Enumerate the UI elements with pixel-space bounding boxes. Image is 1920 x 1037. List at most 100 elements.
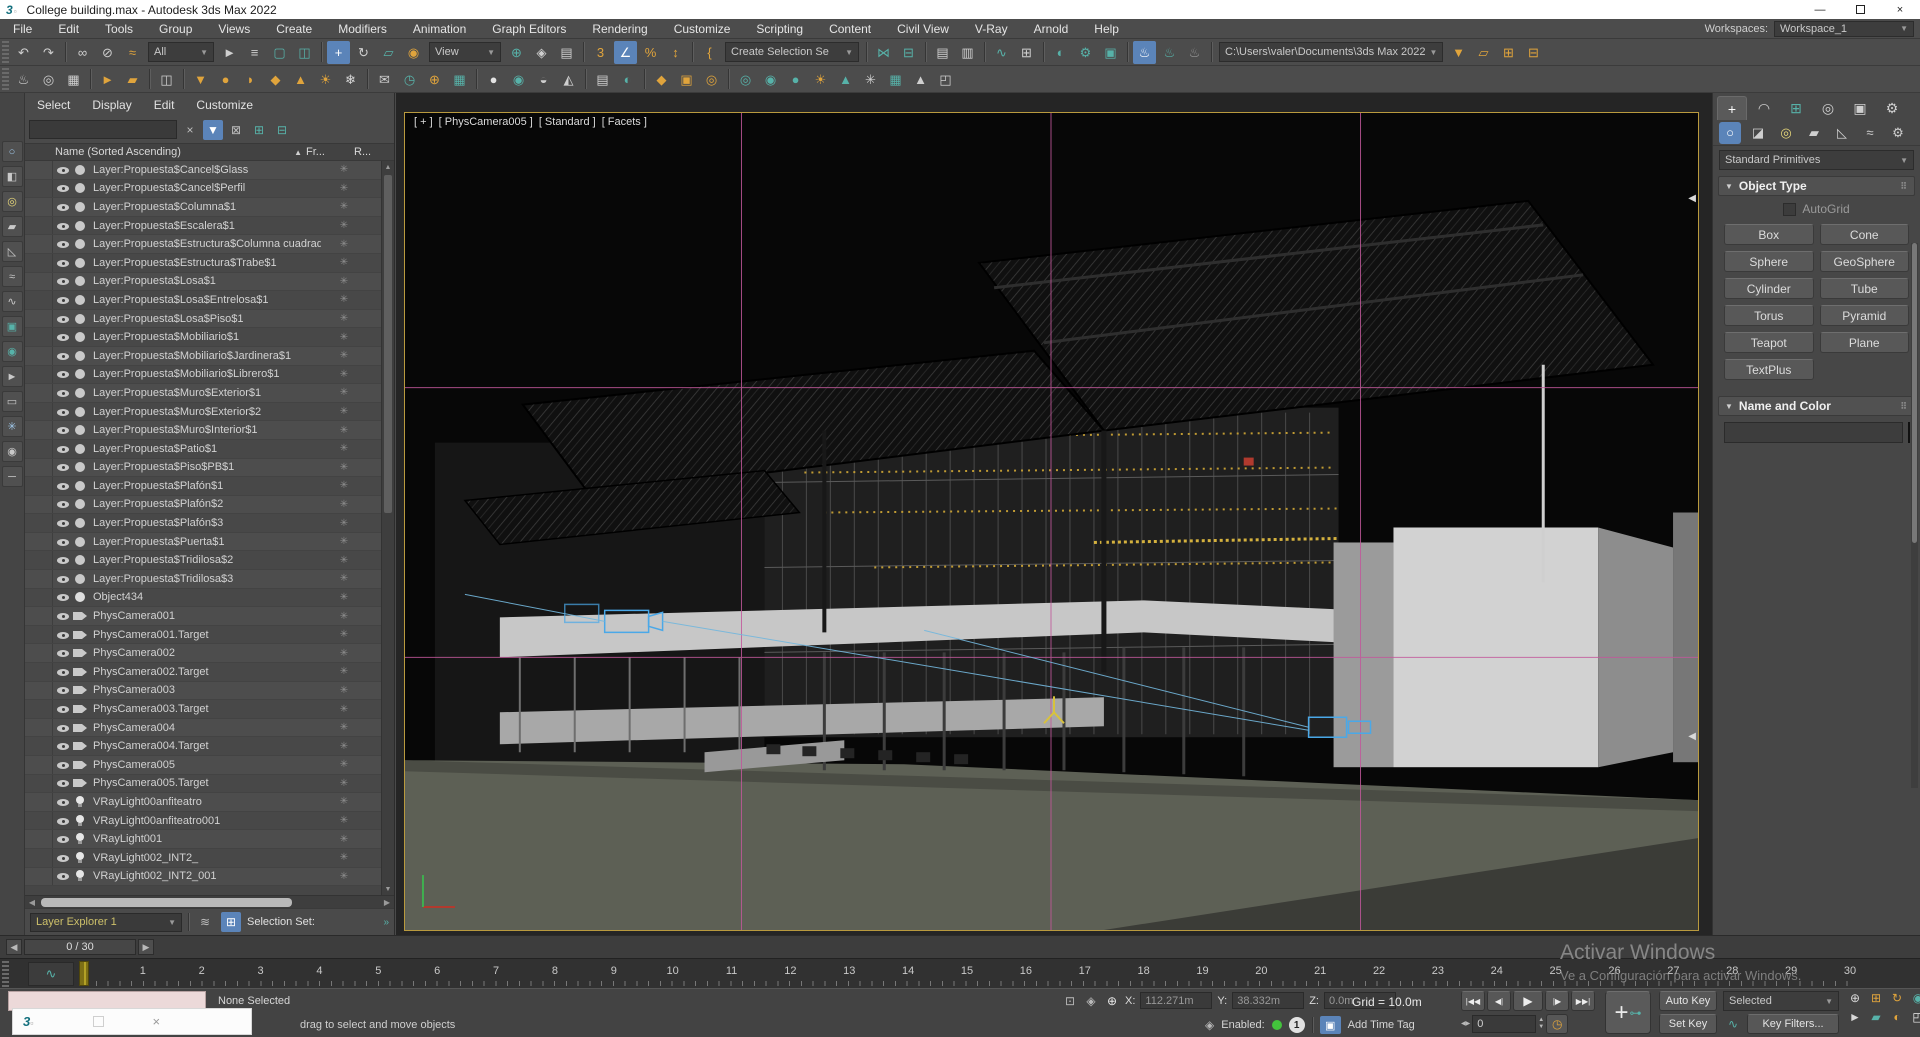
container-filter-icon[interactable]: ▣ <box>1 316 23 337</box>
previous-frame-arrow[interactable]: ◀ <box>6 939 22 955</box>
render-setup-icon[interactable]: ⚙ <box>1074 41 1097 64</box>
search-input[interactable] <box>29 120 177 139</box>
list-item[interactable]: PhysCamera002 ✳ <box>25 644 381 664</box>
percent-snap-icon[interactable]: % <box>639 41 662 64</box>
column-name[interactable]: Name (Sorted Ascending) ▲ <box>25 146 306 158</box>
collapse-filter-icon[interactable]: ─ <box>1 466 23 487</box>
scrollbar-thumb[interactable] <box>384 175 392 513</box>
keyboard-override-icon[interactable]: ▤ <box>555 41 578 64</box>
frozen-icon[interactable]: ✳ <box>321 425 367 436</box>
viewport-shading-label[interactable]: [ Facets ] <box>602 116 647 128</box>
frozen-icon[interactable]: ✳ <box>321 387 367 398</box>
maximize-button[interactable] <box>1840 0 1880 19</box>
eye-icon[interactable] <box>56 739 71 753</box>
eye-icon[interactable] <box>56 609 71 623</box>
horizontal-scrollbar[interactable]: ◀ ▶ <box>25 895 394 908</box>
eye-icon[interactable] <box>56 293 71 307</box>
timeline-frame-label[interactable]: 24 <box>1491 965 1503 977</box>
select-link-icon[interactable]: ∞ <box>71 41 94 64</box>
project-tree-icon[interactable]: ⊟ <box>1522 41 1545 64</box>
list-item[interactable]: VRayLight002_INT2_001 ✳ <box>25 867 381 887</box>
menu-edit[interactable]: Edit <box>45 19 92 39</box>
eye-icon[interactable] <box>56 553 71 567</box>
goggles-b-icon[interactable]: ◉ <box>759 68 782 91</box>
list-item[interactable]: Layer:Propuesta$Mobiliario$1 ✳ <box>25 328 381 347</box>
building-icon[interactable]: ▦ <box>884 68 907 91</box>
render-production-icon[interactable]: ♨ <box>1133 40 1156 64</box>
frozen-icon[interactable]: ✳ <box>321 313 367 324</box>
scroll-down-icon[interactable]: ▼ <box>382 883 394 895</box>
eye-icon[interactable] <box>56 163 71 177</box>
select-object-icon[interactable]: ► <box>218 41 241 64</box>
rendered-frame-icon[interactable]: ▣ <box>1099 41 1122 64</box>
menu-animation[interactable]: Animation <box>400 19 479 39</box>
frozen-icon[interactable]: ✳ <box>321 332 367 343</box>
orbit-icon[interactable]: ◐ <box>1889 1009 1905 1025</box>
fov-icon[interactable]: ► <box>1847 1009 1863 1025</box>
list-item[interactable]: PhysCamera005 ✳ <box>25 756 381 775</box>
x-coordinate-field[interactable] <box>1140 992 1213 1009</box>
frozen-icon[interactable]: ✳ <box>321 871 367 882</box>
filter-funnel-icon[interactable]: ▼ <box>203 119 223 140</box>
envelope-icon[interactable]: ✉ <box>373 68 396 91</box>
primitive-button-pyramid[interactable]: Pyramid <box>1819 305 1909 326</box>
menu-content[interactable]: Content <box>816 19 884 39</box>
lock-toggle-icon[interactable]: ◈ <box>1083 993 1099 1009</box>
viewport-menu-plus[interactable]: [ + ] <box>414 116 433 128</box>
timeline-frame-label[interactable]: 30 <box>1844 965 1856 977</box>
frozen-icon[interactable]: ✳ <box>321 704 367 715</box>
figure-icon[interactable]: ▲ <box>909 68 932 91</box>
frozen-icon[interactable]: ✳ <box>321 257 367 268</box>
scroll-up-icon[interactable]: ▲ <box>382 161 394 173</box>
primitive-category-dropdown[interactable]: Standard Primitives ▼ <box>1719 150 1914 170</box>
eye-icon[interactable] <box>56 479 71 493</box>
timeline-frame-label[interactable]: 11 <box>726 965 737 977</box>
list-item[interactable]: Layer:Propuesta$Tridilosa$2 ✳ <box>25 551 381 571</box>
world-icon[interactable]: ◐ <box>616 68 639 91</box>
list-item[interactable]: PhysCamera001 ✳ <box>25 607 381 626</box>
zoom-region-icon[interactable]: ◉ <box>1910 990 1920 1006</box>
eye-icon[interactable] <box>56 758 71 772</box>
list-item[interactable]: Layer:Propuesta$Tridilosa$3 ✳ <box>25 570 381 589</box>
eye-icon[interactable] <box>56 256 71 270</box>
y-coordinate-field[interactable] <box>1232 992 1305 1009</box>
list-item[interactable]: Layer:Propuesta$Muro$Interior$1 ✳ <box>25 421 381 440</box>
eye-icon[interactable] <box>56 442 71 456</box>
toolbar-grip[interactable] <box>2 41 9 63</box>
frozen-icon[interactable]: ✳ <box>321 648 367 659</box>
eye-icon[interactable] <box>56 386 71 400</box>
vray-cone-icon[interactable]: ▲ <box>289 68 312 91</box>
note-icon[interactable]: ▣ <box>675 68 698 91</box>
timeline-frame-label[interactable]: 9 <box>611 965 617 977</box>
timeline-frame-label[interactable]: 21 <box>1314 965 1326 977</box>
egg-icon[interactable]: ● <box>784 68 807 91</box>
project-node-icon[interactable]: ⊞ <box>1497 41 1520 64</box>
menu-file[interactable]: File <box>0 19 45 39</box>
lock-icon[interactable]: ⊠ <box>226 120 246 140</box>
explorer-menu-edit[interactable]: Edit <box>154 98 175 112</box>
tab-create[interactable]: + <box>1717 96 1747 120</box>
eye-icon[interactable] <box>56 516 71 530</box>
frozen-icon[interactable]: ✳ <box>321 294 367 305</box>
frozen-icon[interactable]: ✳ <box>321 611 367 622</box>
clock-tool-icon[interactable]: ◷ <box>398 68 421 91</box>
timeline-frame-label[interactable]: 3 <box>258 965 264 977</box>
category-spacewarps[interactable]: ≈ <box>1859 122 1881 144</box>
timeline-frame-label[interactable]: 2 <box>199 965 205 977</box>
viewport[interactable]: [ + ] [ PhysCamera005 ] [ Standard ] [ F… <box>404 112 1699 931</box>
minimize-button[interactable]: — <box>1800 0 1840 19</box>
frozen-icon[interactable]: ✳ <box>321 480 367 491</box>
select-manipulate-icon[interactable]: ◈ <box>530 41 553 64</box>
vray-snow-icon[interactable]: ❄ <box>339 68 362 91</box>
go-to-start-button[interactable]: |◀◀ <box>1461 991 1485 1011</box>
menu-scripting[interactable]: Scripting <box>743 19 816 39</box>
set-key-button[interactable]: Set Key <box>1659 1014 1717 1034</box>
tab-utilities[interactable]: ⚙ <box>1877 96 1907 120</box>
frozen-icon[interactable]: ✳ <box>321 722 367 733</box>
explorer-menu-display[interactable]: Display <box>92 98 131 112</box>
primitive-button-textplus[interactable]: TextPlus <box>1724 359 1814 380</box>
list-item[interactable]: Layer:Propuesta$Losa$Entrelosa$1 ✳ <box>25 291 381 310</box>
eye-icon[interactable] <box>56 423 71 437</box>
overflow-chevrons-icon[interactable]: » <box>383 917 389 928</box>
selection-set-dropdown[interactable]: Selected ▼ <box>1723 991 1839 1011</box>
